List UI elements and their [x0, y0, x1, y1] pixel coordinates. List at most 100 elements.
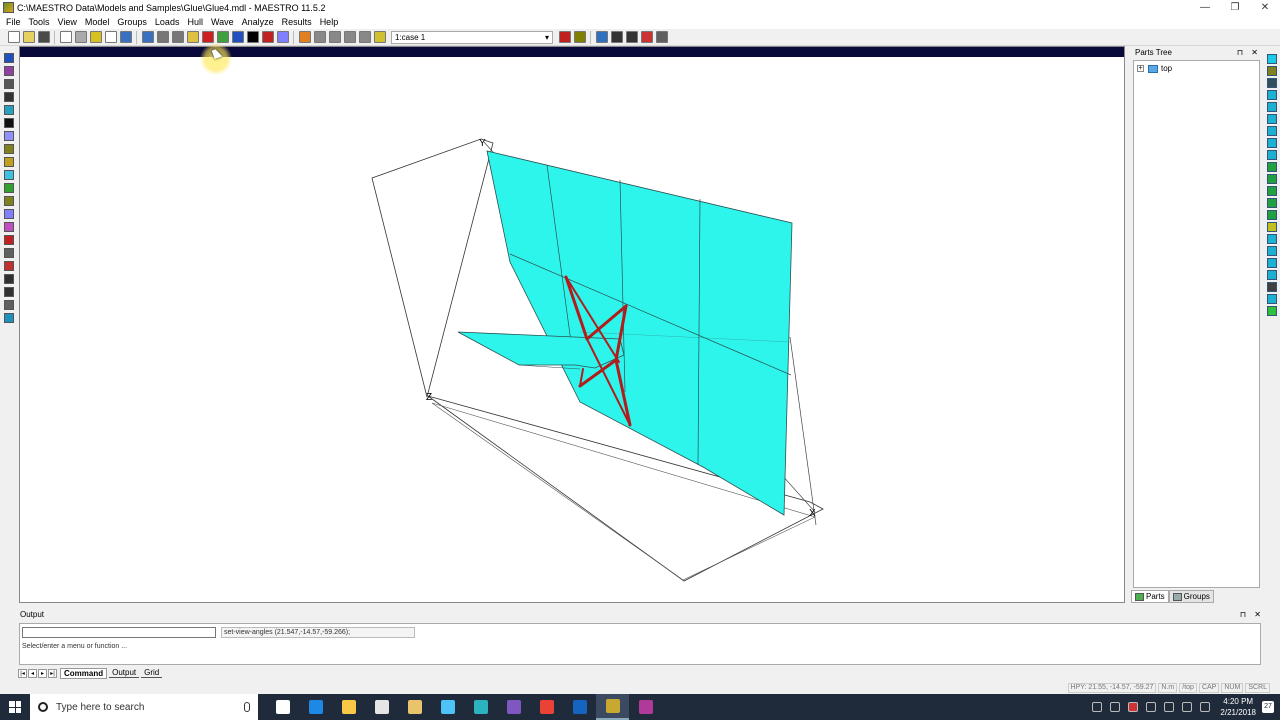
toolbar-button-icon[interactable] — [558, 31, 571, 43]
tool-icon[interactable] — [4, 274, 14, 284]
taskbar-app-icon[interactable] — [365, 694, 398, 720]
menu-tools[interactable]: Tools — [25, 17, 54, 27]
view-tool-icon[interactable] — [1267, 282, 1277, 292]
toolbar-button-icon[interactable] — [231, 31, 244, 43]
tab-groups[interactable]: Groups — [1168, 590, 1214, 603]
toolbar-button-icon[interactable] — [358, 31, 371, 43]
close-icon[interactable]: ✕ — [1254, 610, 1261, 619]
view-tool-icon[interactable] — [1267, 246, 1277, 256]
view-tool-icon[interactable] — [1267, 54, 1277, 64]
menu-results[interactable]: Results — [278, 17, 316, 27]
tool-icon[interactable] — [4, 118, 14, 128]
view-tool-icon[interactable] — [1267, 90, 1277, 100]
taskbar-search[interactable]: Type here to search — [30, 694, 258, 720]
toolbar-button-icon[interactable] — [186, 31, 199, 43]
view-tool-icon[interactable] — [1267, 234, 1277, 244]
toolbar-button-icon[interactable] — [7, 31, 20, 43]
view-tool-icon[interactable] — [1267, 114, 1277, 124]
toolbar-button-icon[interactable] — [201, 31, 214, 43]
menu-groups[interactable]: Groups — [113, 17, 151, 27]
taskbar-app-icon[interactable] — [629, 694, 662, 720]
toolbar-button-icon[interactable] — [156, 31, 169, 43]
expand-icon[interactable]: + — [1137, 65, 1144, 72]
menu-wave[interactable]: Wave — [207, 17, 238, 27]
taskbar-app-icon[interactable] — [332, 694, 365, 720]
view-tool-icon[interactable] — [1267, 162, 1277, 172]
toolbar-button-icon[interactable] — [595, 31, 608, 43]
toolbar-button-icon[interactable] — [171, 31, 184, 43]
tool-icon[interactable] — [4, 196, 14, 206]
tab-command[interactable]: Command — [60, 667, 108, 679]
tool-icon[interactable] — [4, 313, 14, 323]
network-icon[interactable] — [1164, 702, 1175, 712]
notification-icon[interactable]: 27 — [1262, 701, 1274, 713]
tool-icon[interactable] — [4, 131, 14, 141]
tool-icon[interactable] — [4, 300, 14, 310]
view-tool-icon[interactable] — [1267, 174, 1277, 184]
toolbar-button-icon[interactable] — [246, 31, 259, 43]
view-tool-icon[interactable] — [1267, 186, 1277, 196]
toolbar-button-icon[interactable] — [119, 31, 132, 43]
minimize-button[interactable]: — — [1190, 0, 1220, 15]
tool-icon[interactable] — [4, 92, 14, 102]
close-button[interactable]: ✕ — [1250, 0, 1280, 15]
view-tool-icon[interactable] — [1267, 306, 1277, 316]
menu-file[interactable]: File — [2, 17, 25, 27]
antivirus-icon[interactable] — [1128, 702, 1139, 712]
start-button[interactable] — [0, 694, 30, 720]
pin-icon[interactable]: ⊓ — [1237, 48, 1243, 57]
tool-icon[interactable] — [4, 144, 14, 154]
toolbar-button-icon[interactable] — [610, 31, 623, 43]
menu-hull[interactable]: Hull — [183, 17, 207, 27]
taskbar-app-icon[interactable] — [431, 694, 464, 720]
toolbar-button-icon[interactable] — [141, 31, 154, 43]
tool-icon[interactable] — [4, 53, 14, 63]
tool-icon[interactable] — [4, 183, 14, 193]
tool-icon[interactable] — [4, 209, 14, 219]
view-tool-icon[interactable] — [1267, 294, 1277, 304]
maximize-button[interactable]: ❐ — [1220, 0, 1250, 15]
toolbar-button-icon[interactable] — [655, 31, 668, 43]
view-tool-icon[interactable] — [1267, 126, 1277, 136]
tool-icon[interactable] — [4, 66, 14, 76]
view-tool-icon[interactable] — [1267, 222, 1277, 232]
toolbar-button-icon[interactable] — [298, 31, 311, 43]
view-tool-icon[interactable] — [1267, 102, 1277, 112]
toolbar-button-icon[interactable] — [104, 31, 117, 43]
microphone-icon[interactable] — [244, 702, 250, 712]
taskbar-app-icon[interactable] — [266, 694, 299, 720]
view-tool-icon[interactable] — [1267, 198, 1277, 208]
view-tool-icon[interactable] — [1267, 258, 1277, 268]
toolbar-button-icon[interactable] — [276, 31, 289, 43]
view-tool-icon[interactable] — [1267, 138, 1277, 148]
tab-parts[interactable]: Parts — [1131, 590, 1169, 603]
tool-icon[interactable] — [4, 157, 14, 167]
view-tool-icon[interactable] — [1267, 78, 1277, 88]
load-case-select[interactable]: 1:case 1 ▾ — [391, 30, 553, 44]
tab-grid[interactable]: Grid — [141, 668, 163, 678]
last-tab-button[interactable]: ▸| — [48, 668, 57, 678]
parts-tree[interactable]: + top — [1133, 60, 1260, 588]
volume-icon[interactable] — [1182, 702, 1193, 712]
model-viewport[interactable]: Y Z X — [19, 46, 1125, 603]
tool-icon[interactable] — [4, 79, 14, 89]
first-tab-button[interactable]: |◂ — [18, 668, 27, 678]
taskbar-app-icon[interactable] — [398, 694, 431, 720]
toolbar-button-icon[interactable] — [37, 31, 50, 43]
view-tool-icon[interactable] — [1267, 270, 1277, 280]
menu-help[interactable]: Help — [316, 17, 343, 27]
toolbar-button-icon[interactable] — [373, 31, 386, 43]
tool-icon[interactable] — [4, 287, 14, 297]
view-tool-icon[interactable] — [1267, 66, 1277, 76]
pin-icon[interactable]: ⊓ — [1240, 610, 1246, 619]
keyboard-icon[interactable] — [1200, 702, 1211, 712]
toolbar-button-icon[interactable] — [216, 31, 229, 43]
taskbar-app-icon[interactable] — [464, 694, 497, 720]
tree-item-top[interactable]: + top — [1137, 64, 1172, 73]
toolbar-button-icon[interactable] — [89, 31, 102, 43]
chevron-up-icon[interactable] — [1110, 702, 1121, 712]
menu-analyze[interactable]: Analyze — [238, 17, 278, 27]
toolbar-button-icon[interactable] — [59, 31, 72, 43]
toolbar-button-icon[interactable] — [625, 31, 638, 43]
toolbar-button-icon[interactable] — [573, 31, 586, 43]
